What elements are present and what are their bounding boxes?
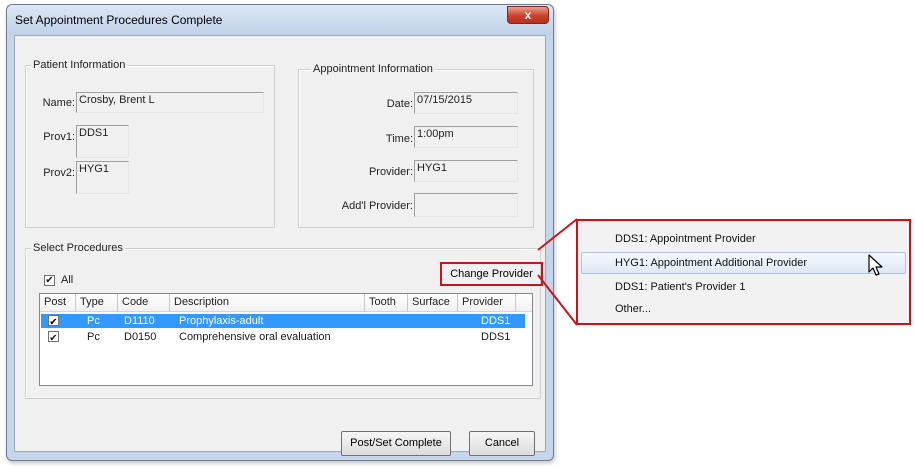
appointment-info-label: Appointment Information xyxy=(311,63,435,75)
row-description: Comprehensive oral evaluation xyxy=(179,331,331,343)
row-description: Prophylaxis-adult xyxy=(179,315,264,327)
column-type[interactable]: Type xyxy=(76,294,118,312)
row-type: Pc xyxy=(87,331,100,343)
column-provider[interactable]: Provider xyxy=(458,294,516,312)
date-field: 07/15/2015 xyxy=(414,92,518,114)
menu-item-appointment-provider[interactable]: DDS1: Appointment Provider xyxy=(581,228,906,250)
list-header: Post Type Code Description Tooth Surface… xyxy=(40,294,532,312)
all-label: All xyxy=(61,274,74,286)
prov1-field: DDS1 xyxy=(76,125,129,158)
post-set-complete-button[interactable]: Post/Set Complete xyxy=(341,431,451,456)
all-checkbox[interactable]: ✔ xyxy=(44,275,55,286)
column-post[interactable]: Post xyxy=(40,294,76,312)
dialog-client-area: Patient Information Name: Crosby, Brent … xyxy=(14,35,546,456)
mouse-cursor-icon xyxy=(868,254,883,276)
provider-popup-menu: DDS1: Appointment Provider HYG1: Appoint… xyxy=(576,219,911,325)
select-procedures-label: Select Procedures xyxy=(31,242,125,254)
window-title: Set Appointment Procedures Complete xyxy=(15,13,223,27)
prov2-label: Prov2: xyxy=(43,167,75,179)
column-code[interactable]: Code xyxy=(118,294,170,312)
patient-info-group xyxy=(25,65,275,228)
date-label: Date: xyxy=(386,98,413,110)
cancel-button[interactable]: Cancel xyxy=(469,431,535,456)
dialog-window: Set Appointment Procedures Complete x Pa… xyxy=(6,4,554,461)
column-surface[interactable]: Surface xyxy=(408,294,458,312)
row-code: D0150 xyxy=(124,331,157,343)
menu-item-patient-provider-1[interactable]: DDS1: Patient's Provider 1 xyxy=(581,276,906,298)
row-post-checkbox[interactable]: ✔ xyxy=(48,331,59,344)
procedures-list[interactable]: Post Type Code Description Tooth Surface… xyxy=(39,293,533,386)
change-provider-button[interactable]: Change Provider xyxy=(443,265,540,283)
row-code: D1110 xyxy=(124,315,155,327)
callout-connector xyxy=(537,218,578,326)
addl-provider-field xyxy=(414,193,518,217)
table-row[interactable]: ✔ Pc D1110 Prophylaxis-adult DDS1 xyxy=(41,314,525,328)
addl-provider-label: Add'l Provider: xyxy=(341,200,413,212)
prov2-field: HYG1 xyxy=(76,161,129,194)
patient-info-label: Patient Information xyxy=(31,59,128,71)
column-tooth[interactable]: Tooth xyxy=(365,294,408,312)
table-row[interactable]: ✔ Pc D0150 Comprehensive oral evaluation… xyxy=(41,330,525,344)
menu-item-additional-provider[interactable]: HYG1: Appointment Additional Provider xyxy=(581,252,906,274)
row-provider: DDS1 xyxy=(481,315,511,327)
column-description[interactable]: Description xyxy=(170,294,365,312)
time-label: Time: xyxy=(385,133,413,145)
provider-field: HYG1 xyxy=(414,160,518,182)
row-type: Pc xyxy=(87,315,100,327)
title-bar[interactable]: Set Appointment Procedures Complete x xyxy=(7,5,553,35)
row-provider: DDS1 xyxy=(481,331,511,343)
menu-item-other[interactable]: Other... xyxy=(581,298,906,320)
row-post-checkbox[interactable]: ✔ xyxy=(48,315,59,328)
close-button[interactable]: x xyxy=(507,6,549,24)
provider-label: Provider: xyxy=(368,166,413,178)
time-field: 1:00pm xyxy=(414,126,518,148)
name-field: Crosby, Brent L xyxy=(76,92,264,113)
name-label: Name: xyxy=(42,97,75,109)
prov1-label: Prov1: xyxy=(43,131,75,143)
